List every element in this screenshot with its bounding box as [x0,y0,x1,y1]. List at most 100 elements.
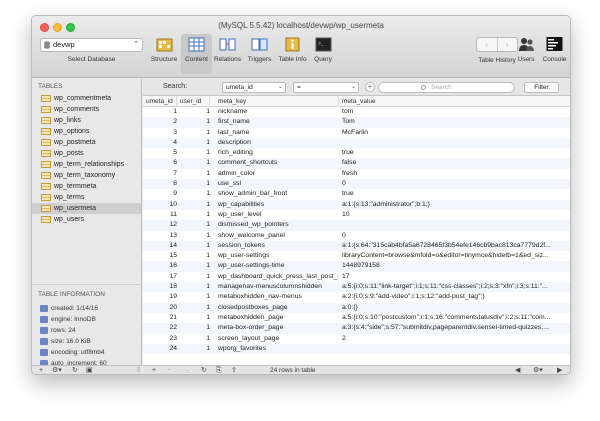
cell-umeta-id[interactable]: 23 [143,334,177,344]
add-row-icon[interactable]: + [152,366,156,374]
cell-meta-key[interactable]: closedpostboxes_page [218,303,338,313]
search-input[interactable]: Search [378,82,515,93]
table-actions-gear-icon[interactable]: ⚙▾ [52,366,62,374]
sidebar-table-item[interactable]: wp_term_relationships [32,159,141,170]
sidebar-table-item[interactable]: wp_options [32,126,141,137]
cell-user-id[interactable]: 1 [177,107,210,117]
column-header-meta-value[interactable]: meta_value [339,96,570,107]
cell-user-id[interactable]: 1 [177,261,210,271]
cell-user-id[interactable]: 1 [177,158,210,168]
sidebar-table-item[interactable]: wp_users [32,214,141,225]
cell-meta-key[interactable]: admin_color [218,169,338,179]
table-row[interactable]: 23 1 screen_layout_page 2 [143,334,570,344]
cell-umeta-id[interactable]: 20 [143,303,177,313]
sidebar-table-item[interactable]: wp_links [32,115,141,126]
page-back-icon[interactable]: ◀ [515,366,520,374]
table-row[interactable]: 22 1 meta-box-order_page a:3:{s:4:"side";s:… [143,323,570,334]
refresh-icon[interactable]: ↻ [201,366,207,374]
cell-umeta-id[interactable]: 3 [143,128,177,138]
cell-umeta-id[interactable]: 14 [143,241,177,251]
cell-umeta-id[interactable]: 12 [143,220,177,230]
cell-user-id[interactable]: 1 [177,220,210,230]
cell-umeta-id[interactable]: 16 [143,261,177,271]
cell-umeta-id[interactable]: 6 [143,158,177,168]
cell-meta-key[interactable]: show_welcome_panel [218,231,338,241]
filter-button[interactable]: Filter [524,82,559,93]
cell-meta-key[interactable]: wp_user-settings [218,251,338,261]
sidebar-table-item[interactable]: wp_usermeta [32,203,141,214]
column-header-meta-key[interactable]: meta_key [210,96,339,107]
refresh-tables-icon[interactable]: ↻ [72,366,78,374]
cell-meta-value[interactable]: Tom [342,117,570,127]
cell-umeta-id[interactable]: 7 [143,169,177,179]
cell-meta-key[interactable]: wp_user_level [218,210,338,220]
cell-user-id[interactable]: 1 [177,189,210,199]
cell-umeta-id[interactable]: 21 [143,313,177,323]
copy-icon[interactable]: ⎘ [216,366,222,374]
cell-meta-key[interactable]: wp_capabilities [218,200,338,210]
cell-meta-key[interactable]: wp_user-settings-time [218,261,338,271]
cell-meta-key[interactable]: wp_dashboard_quick_press_last_post_id [218,272,338,282]
cell-meta-key[interactable]: wporg_favorites [218,344,338,354]
cell-umeta-id[interactable]: 19 [143,292,177,302]
cell-umeta-id[interactable]: 2 [143,117,177,127]
sidebar-table-item[interactable]: wp_commentmeta [32,93,141,104]
cell-meta-key[interactable]: screen_layout_page [218,334,338,344]
toolbar-triggers-button[interactable]: Triggers [243,34,276,74]
cell-meta-value[interactable]: fresh [342,169,570,179]
sidebar-table-item[interactable]: wp_comments [32,104,141,115]
cell-meta-value[interactable]: libraryContent=browse&mfold=o&editor=tin… [342,251,570,261]
table-row[interactable]: 21 1 metaboxhidden_page a:5:{i:0;s:10:"post… [143,313,570,323]
cell-umeta-id[interactable]: 22 [143,323,177,333]
cell-user-id[interactable]: 1 [177,313,210,323]
cell-user-id[interactable]: 1 [177,282,210,292]
cell-user-id[interactable]: 1 [177,231,210,241]
cell-user-id[interactable]: 1 [177,292,210,302]
table-row[interactable]: 18 1 managenav-menuscolumnshidden a:5:{i:0;… [143,282,570,293]
cell-meta-key[interactable]: meta-box-order_page [218,323,338,333]
cell-user-id[interactable]: 1 [177,344,210,354]
toolbar-query-button[interactable]: >_ Query [309,34,337,74]
export-icon[interactable]: ⇪ [231,366,237,374]
cell-user-id[interactable]: 1 [177,148,210,158]
cell-meta-key[interactable]: comment_shortcuts [218,158,338,168]
cell-umeta-id[interactable]: 24 [143,344,177,354]
cell-meta-key[interactable]: rich_editing [218,148,338,158]
cell-user-id[interactable]: 1 [177,128,210,138]
filter-field-select[interactable]: umeta_id ⌄ [222,82,286,93]
cell-umeta-id[interactable]: 5 [143,148,177,158]
cell-meta-value[interactable]: a:5:{i:0;s:10:"postcustom";i:1;s:16:"com… [342,313,570,323]
cell-umeta-id[interactable]: 9 [143,189,177,199]
cell-user-id[interactable]: 1 [177,179,210,189]
cell-meta-value[interactable]: true [342,189,570,199]
cell-meta-key[interactable]: managenav-menuscolumnshidden [218,282,338,292]
cell-meta-value[interactable]: a:1:{s:64:"315cab4bfa5a6728465f3b54efe14… [342,241,570,251]
sidebar-table-item[interactable]: wp_terms [32,192,141,203]
cell-meta-value[interactable]: a:5:{i:0;s:11:"link-target";i:1;s:11:"cs… [342,282,570,292]
table-row[interactable]: 20 1 closedpostboxes_page a:0:{} [143,302,570,313]
table-row[interactable]: 10 1 wp_capabilities a:1:{s:13:"administrat… [143,199,570,210]
cell-user-id[interactable]: 1 [177,241,210,251]
cell-meta-key[interactable]: session_tokens [218,241,338,251]
cell-umeta-id[interactable]: 10 [143,200,177,210]
cell-meta-key[interactable]: description [218,138,338,148]
table-row[interactable]: 13 1 show_welcome_panel 0 [143,231,570,241]
cell-user-id[interactable]: 1 [177,200,210,210]
cell-meta-key[interactable]: first_name [218,117,338,127]
cell-umeta-id[interactable]: 13 [143,231,177,241]
table-row[interactable]: 2 1 first_name Tom [143,117,570,128]
cell-meta-value[interactable]: a:3:{s:4:"side";s:57:"submitdiv,pagepare… [342,323,570,333]
cell-umeta-id[interactable]: 17 [143,272,177,282]
cell-umeta-id[interactable]: 15 [143,251,177,261]
toolbar-users-button[interactable]: Users [514,34,538,74]
cell-meta-key[interactable]: last_name [218,128,338,138]
cell-meta-value[interactable]: a:0:{} [342,303,570,313]
table-row[interactable]: 24 1 wporg_favorites [143,343,570,355]
cell-meta-value[interactable]: true [342,148,570,158]
page-forward-icon[interactable]: ▶ [557,366,562,374]
table-row[interactable]: 12 1 dismissed_wp_pointers [143,220,570,231]
cell-user-id[interactable]: 1 [177,323,210,333]
column-header-umeta-id[interactable]: umeta_id [143,96,177,107]
cell-umeta-id[interactable]: 18 [143,282,177,292]
cell-meta-value[interactable]: 0 [342,179,570,189]
